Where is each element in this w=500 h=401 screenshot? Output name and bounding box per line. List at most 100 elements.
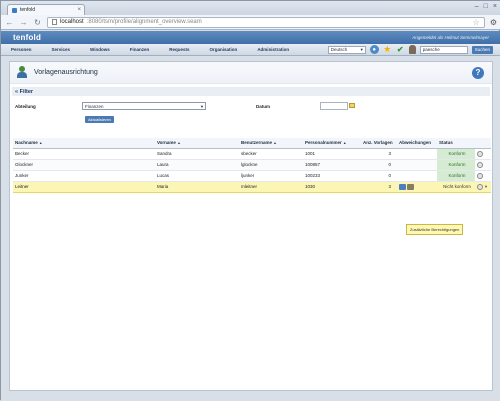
chevron-down-icon: ▼ [200, 103, 204, 109]
content-panel: Vorlagenausrichtung ? « Filter Abteilung… [9, 61, 493, 391]
alignment-table: Nachname ▲ Vorname ▲ Benutzername ▲ Pers… [13, 138, 491, 193]
action-menu-icon[interactable] [477, 183, 483, 190]
menu-services[interactable]: Services [52, 47, 71, 52]
date-label: Datum [256, 104, 271, 109]
deviation-icons [399, 183, 437, 190]
cell-deviations [397, 170, 437, 182]
action-menu-icon[interactable] [477, 161, 483, 168]
col-anz-vorlagen[interactable]: Anz. Vorlagen [361, 138, 397, 149]
favorites-star-icon[interactable]: ★ [383, 44, 392, 54]
user-icon[interactable] [408, 45, 416, 54]
favicon-icon [12, 7, 17, 13]
col-label: Abweichungen [399, 140, 432, 146]
chevron-down-icon[interactable]: ▼ [484, 184, 488, 189]
table-header-row: Nachname ▲ Vorname ▲ Benutzername ▲ Pers… [13, 138, 491, 149]
cell-user: ljunker [239, 170, 303, 182]
address-bar[interactable]: localhost:8080/tsm/profile/alignment_ove… [47, 16, 485, 28]
bookmark-star-icon[interactable]: ☆ [473, 18, 480, 27]
maximize-icon[interactable]: □ [484, 3, 488, 10]
forward-icon[interactable]: → [19, 18, 28, 27]
status-badge: Konform [437, 159, 475, 171]
cell-deviations [397, 148, 437, 160]
menu-windows[interactable]: Windows [90, 47, 110, 52]
close-window-icon[interactable]: × [493, 3, 497, 10]
cell-last: Glockner [13, 159, 155, 171]
browser-window: tenfold × – □ × ← → ↻ localhost:8080/tsm… [0, 0, 500, 401]
department-value: Finanzen [85, 103, 104, 109]
col-vorname[interactable]: Vorname ▲ [155, 138, 239, 149]
cell-count: 3 [361, 148, 397, 160]
col-label: Nachname [15, 140, 38, 146]
search-button[interactable]: Suchen [471, 45, 493, 54]
table-row-highlighted[interactable]: Leitner Maria mleitner 1030 3 Nicht konf… [13, 180, 491, 193]
refresh-button[interactable]: Aktualisieren [85, 116, 114, 123]
cell-count: 0 [361, 170, 397, 182]
action-menu-icon[interactable] [477, 172, 483, 179]
menu-personen[interactable]: Personen [11, 47, 32, 52]
reload-icon[interactable]: ↻ [33, 18, 42, 27]
filter-toggle[interactable]: « Filter [12, 87, 490, 96]
cell-first: Lucas [155, 170, 239, 182]
page-title: Vorlagenausrichtung [34, 69, 98, 76]
browser-tab[interactable]: tenfold × [7, 4, 85, 15]
tab-title: tenfold [20, 7, 36, 13]
cell-user: lglockne [239, 159, 303, 171]
action-menu-icon[interactable] [477, 150, 483, 157]
cell-id: 1001 [303, 148, 361, 160]
col-personalnummer[interactable]: Personalnummer ▲ [303, 138, 361, 149]
main-menu: Personen Services Windows Finanzen Reque… [1, 44, 500, 56]
department-select[interactable]: Finanzen ▼ [82, 102, 206, 110]
brand-logo: tenfold [13, 33, 42, 42]
help-icon[interactable]: ? [472, 66, 484, 79]
sort-icon: ▲ [39, 141, 43, 146]
menu-finanzen[interactable]: Finanzen [130, 47, 150, 52]
cell-last: Junker [13, 170, 155, 182]
approval-check-icon[interactable]: ✔ [396, 45, 405, 54]
cell-id: 1030 [303, 180, 361, 193]
col-abweichungen[interactable]: Abweichungen [397, 138, 437, 149]
calendar-icon[interactable] [349, 103, 355, 108]
date-input[interactable] [320, 102, 348, 110]
col-label: Status [439, 140, 453, 146]
globe-icon[interactable]: ● [369, 45, 379, 54]
col-benutzername[interactable]: Benutzername ▲ [239, 138, 303, 149]
menu-administration[interactable]: Administration [257, 47, 289, 52]
menu-tools: Deutsch ▼ ● ★ ✔ paesche Suchen [327, 44, 500, 54]
search-value: paesche [422, 47, 440, 52]
window-controls: – □ × [475, 3, 497, 10]
table-row[interactable]: Junker Lucas ljunker 100233 0 Konform [13, 170, 491, 182]
wrench-icon[interactable]: ⚙ [490, 18, 497, 27]
chevron-down-icon: ▼ [359, 47, 364, 52]
filter-panel: Abteilung Finanzen ▼ Datum Aktualisieren [10, 96, 492, 128]
search-input[interactable]: paesche [419, 45, 468, 54]
menu-organisation[interactable]: Organisation [210, 47, 238, 52]
cell-actions [475, 148, 491, 160]
back-icon[interactable]: ← [5, 18, 14, 27]
cell-count: 3 [361, 180, 397, 193]
cell-deviations [397, 180, 437, 193]
close-tab-icon[interactable]: × [77, 7, 81, 13]
department-label: Abteilung [15, 104, 36, 109]
table-row[interactable]: Becker Sandra sbecker 1001 3 Konform [13, 148, 491, 160]
col-status[interactable]: Status [437, 138, 475, 149]
status-badge: Konform [437, 148, 475, 160]
cell-last: Leitner [13, 180, 155, 193]
cell-actions [475, 159, 491, 171]
brand-bar: tenfold Angemeldet als Helmut Semmelmaye… [1, 31, 500, 44]
url-path: :8080/tsm/profile/alignment_overview.sea… [86, 19, 202, 25]
col-label: Personalnummer [305, 140, 342, 146]
deviation-info-icon[interactable] [399, 183, 406, 190]
cell-count: 0 [361, 159, 397, 171]
col-label: Vorname [157, 140, 176, 146]
col-nachname[interactable]: Nachname ▲ [13, 138, 155, 149]
login-info: Angemeldet als Helmut Semmelmayer [412, 35, 489, 40]
minimize-icon[interactable]: – [475, 3, 479, 10]
menu-requests[interactable]: Requests [169, 47, 189, 52]
col-label: Benutzername [241, 140, 273, 146]
language-select[interactable]: Deutsch ▼ [327, 45, 366, 54]
table-row[interactable]: Glockner Laura lglockne 100857 0 Konform [13, 159, 491, 171]
status-badge: Nicht konform [437, 180, 475, 193]
additional-permissions-icon[interactable] [407, 183, 414, 190]
app-root: tenfold Angemeldet als Helmut Semmelmaye… [1, 31, 500, 401]
profile-alignment-icon [16, 66, 29, 79]
